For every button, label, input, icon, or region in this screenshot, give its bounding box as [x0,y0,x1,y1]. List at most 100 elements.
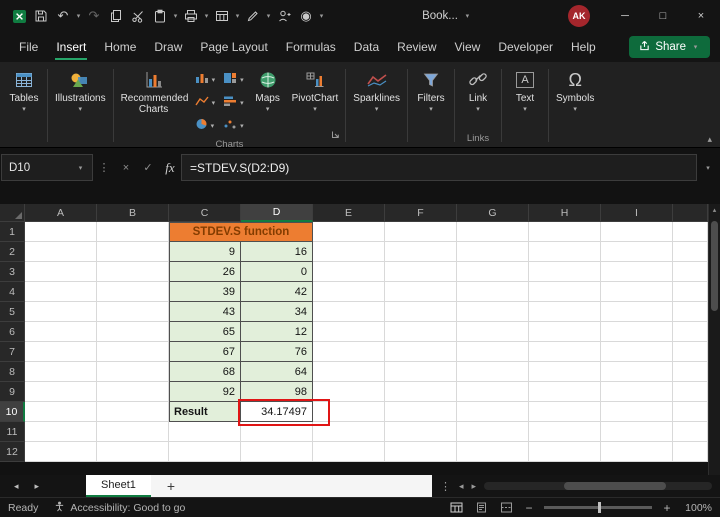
zoom-out-button[interactable]: − [523,501,535,515]
column-header-D[interactable]: D [241,204,313,222]
cell-F12[interactable] [385,442,457,462]
cell-partial-8[interactable] [673,362,708,382]
cell-D2[interactable]: 16 [241,242,313,262]
record-macro-icon[interactable]: ◉ [295,3,317,29]
row-header-4[interactable]: 4 [0,282,25,302]
add-person-icon[interactable] [273,3,295,29]
cell-G12[interactable] [457,442,529,462]
cell-B5[interactable] [97,302,169,322]
name-box[interactable]: D10 ▾ [1,154,93,181]
zoom-in-button[interactable]: + [661,501,673,515]
cell-H2[interactable] [529,242,601,262]
next-sheet-button[interactable]: ▸ [35,481,40,492]
cell-E2[interactable] [313,242,385,262]
page-break-view-button[interactable] [498,501,514,515]
maps-button[interactable]: Maps ▾ [248,67,288,115]
draw-chevron-icon[interactable]: ▾ [264,12,273,20]
column-header-partial[interactable] [673,204,708,222]
cell-A5[interactable] [25,302,97,322]
expand-formula-bar-button[interactable]: ▾ [697,154,719,181]
sheet-tab-sheet1[interactable]: Sheet1 [86,475,151,497]
cell-E5[interactable] [313,302,385,322]
cell-D11[interactable] [241,422,313,442]
cell-partial-4[interactable] [673,282,708,302]
illustrations-button[interactable]: Illustrations ▾ [51,67,110,115]
column-header-C[interactable]: C [169,204,241,222]
column-header-G[interactable]: G [457,204,529,222]
excel-app-icon[interactable] [8,3,30,29]
cell-B11[interactable] [97,422,169,442]
cell-I6[interactable] [601,322,673,342]
column-header-B[interactable]: B [97,204,169,222]
row-header-10[interactable]: 10 [0,402,25,422]
cell-C10[interactable]: Result [169,402,241,422]
cell-B6[interactable] [97,322,169,342]
cell-H3[interactable] [529,262,601,282]
cell-F2[interactable] [385,242,457,262]
cell-I1[interactable] [601,222,673,242]
cell-D3[interactable]: 0 [241,262,313,282]
cell-G11[interactable] [457,422,529,442]
cell-F7[interactable] [385,342,457,362]
cell-E6[interactable] [313,322,385,342]
tab-data[interactable]: Data [345,33,388,61]
cell-G10[interactable] [457,402,529,422]
pivotchart-button[interactable]: PivotChart ▾ [288,67,343,115]
cell-F4[interactable] [385,282,457,302]
page-layout-view-button[interactable] [473,501,489,515]
cell-C12[interactable] [169,442,241,462]
cancel-entry-button[interactable]: × [115,154,137,181]
cell-I4[interactable] [601,282,673,302]
row-header-9[interactable]: 9 [0,382,25,402]
cell-H5[interactable] [529,302,601,322]
cell-H11[interactable] [529,422,601,442]
zoom-slider-thumb[interactable] [598,502,601,513]
sparklines-button[interactable]: Sparklines ▾ [349,67,404,115]
cell-partial-9[interactable] [673,382,708,402]
column-header-F[interactable]: F [385,204,457,222]
cell-G8[interactable] [457,362,529,382]
scatter-chart-button[interactable]: ▾ [223,117,244,135]
print-chevron-icon[interactable]: ▾ [202,12,211,20]
cell-I8[interactable] [601,362,673,382]
cell-H10[interactable] [529,402,601,422]
cell-B10[interactable] [97,402,169,422]
cell-partial-11[interactable] [673,422,708,442]
cell-A11[interactable] [25,422,97,442]
cell-D8[interactable]: 64 [241,362,313,382]
vertical-scrollbar[interactable]: ▴ [708,204,720,475]
cell-B9[interactable] [97,382,169,402]
tab-review[interactable]: Review [388,33,445,61]
line-chart-button[interactable]: ▾ [194,94,215,112]
vertical-scrollbar-thumb[interactable] [711,221,718,311]
cell-partial-5[interactable] [673,302,708,322]
cell-C2[interactable]: 9 [169,242,241,262]
cell-B3[interactable] [97,262,169,282]
cell-F1[interactable] [385,222,457,242]
cell-C1[interactable]: STDEV.S function [169,222,313,242]
horizontal-scrollbar-thumb[interactable] [563,482,667,490]
row-header-11[interactable]: 11 [0,422,25,442]
recommended-charts-button[interactable]: Recommended Charts [117,67,191,117]
cell-E7[interactable] [313,342,385,362]
tables-button[interactable]: Tables ▾ [4,67,44,115]
cell-I11[interactable] [601,422,673,442]
cell-F6[interactable] [385,322,457,342]
column-header-I[interactable]: I [601,204,673,222]
cell-G2[interactable] [457,242,529,262]
row-header-5[interactable]: 5 [0,302,25,322]
row-header-2[interactable]: 2 [0,242,25,262]
link-button[interactable]: Link ▾ [458,67,498,115]
close-button[interactable]: × [682,0,720,32]
cell-partial-7[interactable] [673,342,708,362]
cell-A12[interactable] [25,442,97,462]
normal-view-button[interactable] [448,501,464,515]
cell-partial-12[interactable] [673,442,708,462]
tab-home[interactable]: Home [95,33,145,61]
cell-H9[interactable] [529,382,601,402]
cell-H4[interactable] [529,282,601,302]
name-box-chevron-icon[interactable]: ▾ [76,164,85,172]
cell-G7[interactable] [457,342,529,362]
cell-D6[interactable]: 12 [241,322,313,342]
account-avatar[interactable]: AK [568,5,590,27]
